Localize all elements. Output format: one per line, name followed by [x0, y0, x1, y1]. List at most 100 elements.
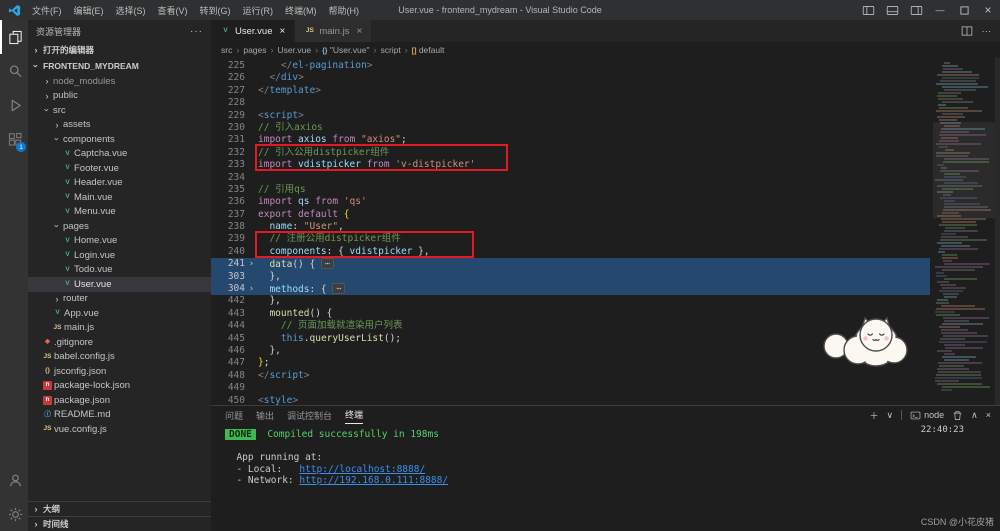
- code-line-226[interactable]: 226 </div>: [211, 72, 930, 84]
- code-line-237[interactable]: 237 export default {: [211, 209, 930, 221]
- code-line-304[interactable]: 304 › methods: { ⋯: [211, 283, 930, 296]
- menu-help[interactable]: 帮助(H): [323, 4, 366, 17]
- fold-chevron-icon[interactable]: ›: [245, 258, 258, 270]
- tree-item-main-vue[interactable]: V Main.vue: [28, 190, 211, 205]
- tree-item-footer-vue[interactable]: V Footer.vue: [28, 161, 211, 176]
- code-line-303[interactable]: 303 },: [211, 270, 930, 284]
- breadcrumb-item[interactable]: src: [221, 45, 232, 55]
- outline-section[interactable]: › 大纲: [28, 501, 211, 516]
- tree-item-package-json[interactable]: n package.json: [28, 393, 211, 408]
- tree-item-user-vue[interactable]: V User.vue: [28, 277, 211, 292]
- editor-scrollbar[interactable]: [995, 58, 1000, 405]
- new-terminal-icon[interactable]: ＋: [870, 409, 879, 422]
- tree-item-node-modules[interactable]: › node_modules: [28, 74, 211, 89]
- toggle-panel-icon[interactable]: [880, 0, 904, 20]
- breadcrumb-item[interactable]: User.vue: [278, 45, 312, 55]
- tree-item-menu-vue[interactable]: V Menu.vue: [28, 205, 211, 220]
- code-line-225[interactable]: 225 </el-pagination>: [211, 60, 930, 72]
- panel-tab-output[interactable]: 输出: [256, 406, 274, 424]
- timeline-section[interactable]: › 时间线: [28, 516, 211, 531]
- close-tab-icon[interactable]: ×: [280, 26, 286, 37]
- tree-item-todo-vue[interactable]: V Todo.vue: [28, 263, 211, 278]
- menu-view[interactable]: 查看(V): [152, 4, 194, 17]
- menu-selection[interactable]: 选择(S): [110, 4, 152, 17]
- menu-file[interactable]: 文件(F): [26, 4, 68, 17]
- close-panel-icon[interactable]: ×: [986, 410, 991, 420]
- code-line-236[interactable]: 236 import qs from 'qs': [211, 196, 930, 208]
- menu-go[interactable]: 转到(G): [194, 4, 237, 17]
- code-line-230[interactable]: 230// 引入axios: [211, 122, 930, 134]
- tree-item-app-vue[interactable]: V App.vue: [28, 306, 211, 321]
- tree-item-login-vue[interactable]: V Login.vue: [28, 248, 211, 263]
- account-icon[interactable]: [0, 463, 28, 497]
- project-section[interactable]: › FRONTEND_MYDREAM: [28, 58, 211, 74]
- terminal-link[interactable]: http://localhost:8888/: [299, 464, 425, 475]
- search-icon[interactable]: [0, 54, 28, 88]
- minimize-button[interactable]: —: [928, 0, 952, 20]
- explorer-icon[interactable]: [0, 20, 28, 54]
- tree-item-components[interactable]: › components: [28, 132, 211, 147]
- tree-item-main-js[interactable]: JS main.js: [28, 321, 211, 336]
- maximize-panel-icon[interactable]: ∧: [971, 410, 978, 421]
- run-debug-icon[interactable]: [0, 88, 28, 122]
- code-line-240[interactable]: 240 components: { vdistpicker },: [211, 246, 930, 258]
- panel-tab-terminal[interactable]: 终端: [345, 406, 364, 424]
- terminal-shell-item[interactable]: node: [910, 410, 944, 421]
- close-button[interactable]: ×: [976, 0, 1000, 20]
- code-line-449[interactable]: 449: [211, 382, 930, 394]
- toggle-secondary-sidebar-icon[interactable]: [904, 0, 928, 20]
- breadcrumb-item[interactable]: pages: [243, 45, 266, 55]
- code-line-241[interactable]: 241 › data() { ⋯: [211, 258, 930, 271]
- split-editor-icon[interactable]: [961, 25, 973, 37]
- fold-chevron-icon[interactable]: ›: [245, 283, 258, 295]
- code-line-238[interactable]: 238 name: "User",: [211, 221, 930, 233]
- minimap[interactable]: [933, 58, 995, 405]
- breadcrumb-item[interactable]: {} "User.vue": [322, 45, 369, 55]
- terminal[interactable]: 22:40:23 DONE Compiled successfully in 1…: [211, 424, 1000, 531]
- open-editors-section[interactable]: › 打开的编辑器: [28, 42, 211, 58]
- minimap-slider[interactable]: [933, 122, 995, 218]
- chevron-down-icon[interactable]: ∨: [887, 410, 894, 421]
- menu-terminal[interactable]: 终端(M): [279, 4, 323, 17]
- maximize-button[interactable]: [952, 0, 976, 20]
- panel-tab-problems[interactable]: 问题: [225, 406, 243, 424]
- settings-gear-icon[interactable]: [0, 497, 28, 531]
- tree-item-src[interactable]: › src: [28, 103, 211, 118]
- tree-item-pages[interactable]: › pages: [28, 219, 211, 234]
- panel-tab-debug-console[interactable]: 调试控制台: [287, 406, 332, 424]
- menu-run[interactable]: 运行(R): [237, 4, 280, 17]
- tree-item--gitignore[interactable]: ◆ .gitignore: [28, 335, 211, 350]
- terminal-link[interactable]: http://192.168.0.111:8888/: [299, 475, 448, 486]
- trash-icon[interactable]: [952, 410, 963, 421]
- tab-main-js[interactable]: JS main.js ×: [295, 20, 373, 42]
- extensions-icon[interactable]: 1: [0, 122, 28, 156]
- close-tab-icon[interactable]: ×: [356, 26, 362, 37]
- code-editor[interactable]: 225 </el-pagination> 226 </div> 227 </templ…: [211, 58, 1000, 405]
- tab-user-vue[interactable]: V User.vue ×: [211, 20, 296, 42]
- more-actions-icon[interactable]: ···: [982, 26, 992, 37]
- tree-item-router[interactable]: › router: [28, 292, 211, 307]
- menu-edit[interactable]: 编辑(E): [68, 4, 110, 17]
- toggle-sidebar-icon[interactable]: [856, 0, 880, 20]
- tree-item-assets[interactable]: › assets: [28, 118, 211, 133]
- code-line-239[interactable]: 239 // 注册公用distpicker组件: [211, 233, 930, 245]
- tree-item-vue-config-js[interactable]: JS vue.config.js: [28, 422, 211, 437]
- tree-item-jsconfig-json[interactable]: {} jsconfig.json: [28, 364, 211, 379]
- breadcrumb-item[interactable]: script: [380, 45, 400, 55]
- tree-item-public[interactable]: › public: [28, 89, 211, 104]
- tree-item-header-vue[interactable]: V Header.vue: [28, 176, 211, 191]
- breadcrumb-item[interactable]: [] default: [412, 45, 445, 55]
- code-line-235[interactable]: 235// 引用qs: [211, 184, 930, 196]
- code-line-233[interactable]: 233 import vdistpicker from 'v-distpicker…: [211, 159, 930, 171]
- tree-item-readme-md[interactable]: ⓘ README.md: [28, 408, 211, 423]
- code-line-229[interactable]: 229 <script>: [211, 110, 930, 122]
- code-line-231[interactable]: 231 import axios from "axios";: [211, 134, 930, 146]
- tree-item-package-lock-json[interactable]: n package-lock.json: [28, 379, 211, 394]
- tree-item-captcha-vue[interactable]: V Captcha.vue: [28, 147, 211, 162]
- code-line-450[interactable]: 450 <style>: [211, 395, 930, 405]
- code-line-227[interactable]: 227 </template>: [211, 85, 930, 97]
- code-line-234[interactable]: 234: [211, 172, 930, 184]
- more-actions-icon[interactable]: ···: [190, 26, 203, 37]
- code-line-232[interactable]: 232// 引入公用distpicker组件: [211, 147, 930, 159]
- code-line-228[interactable]: 228: [211, 97, 930, 109]
